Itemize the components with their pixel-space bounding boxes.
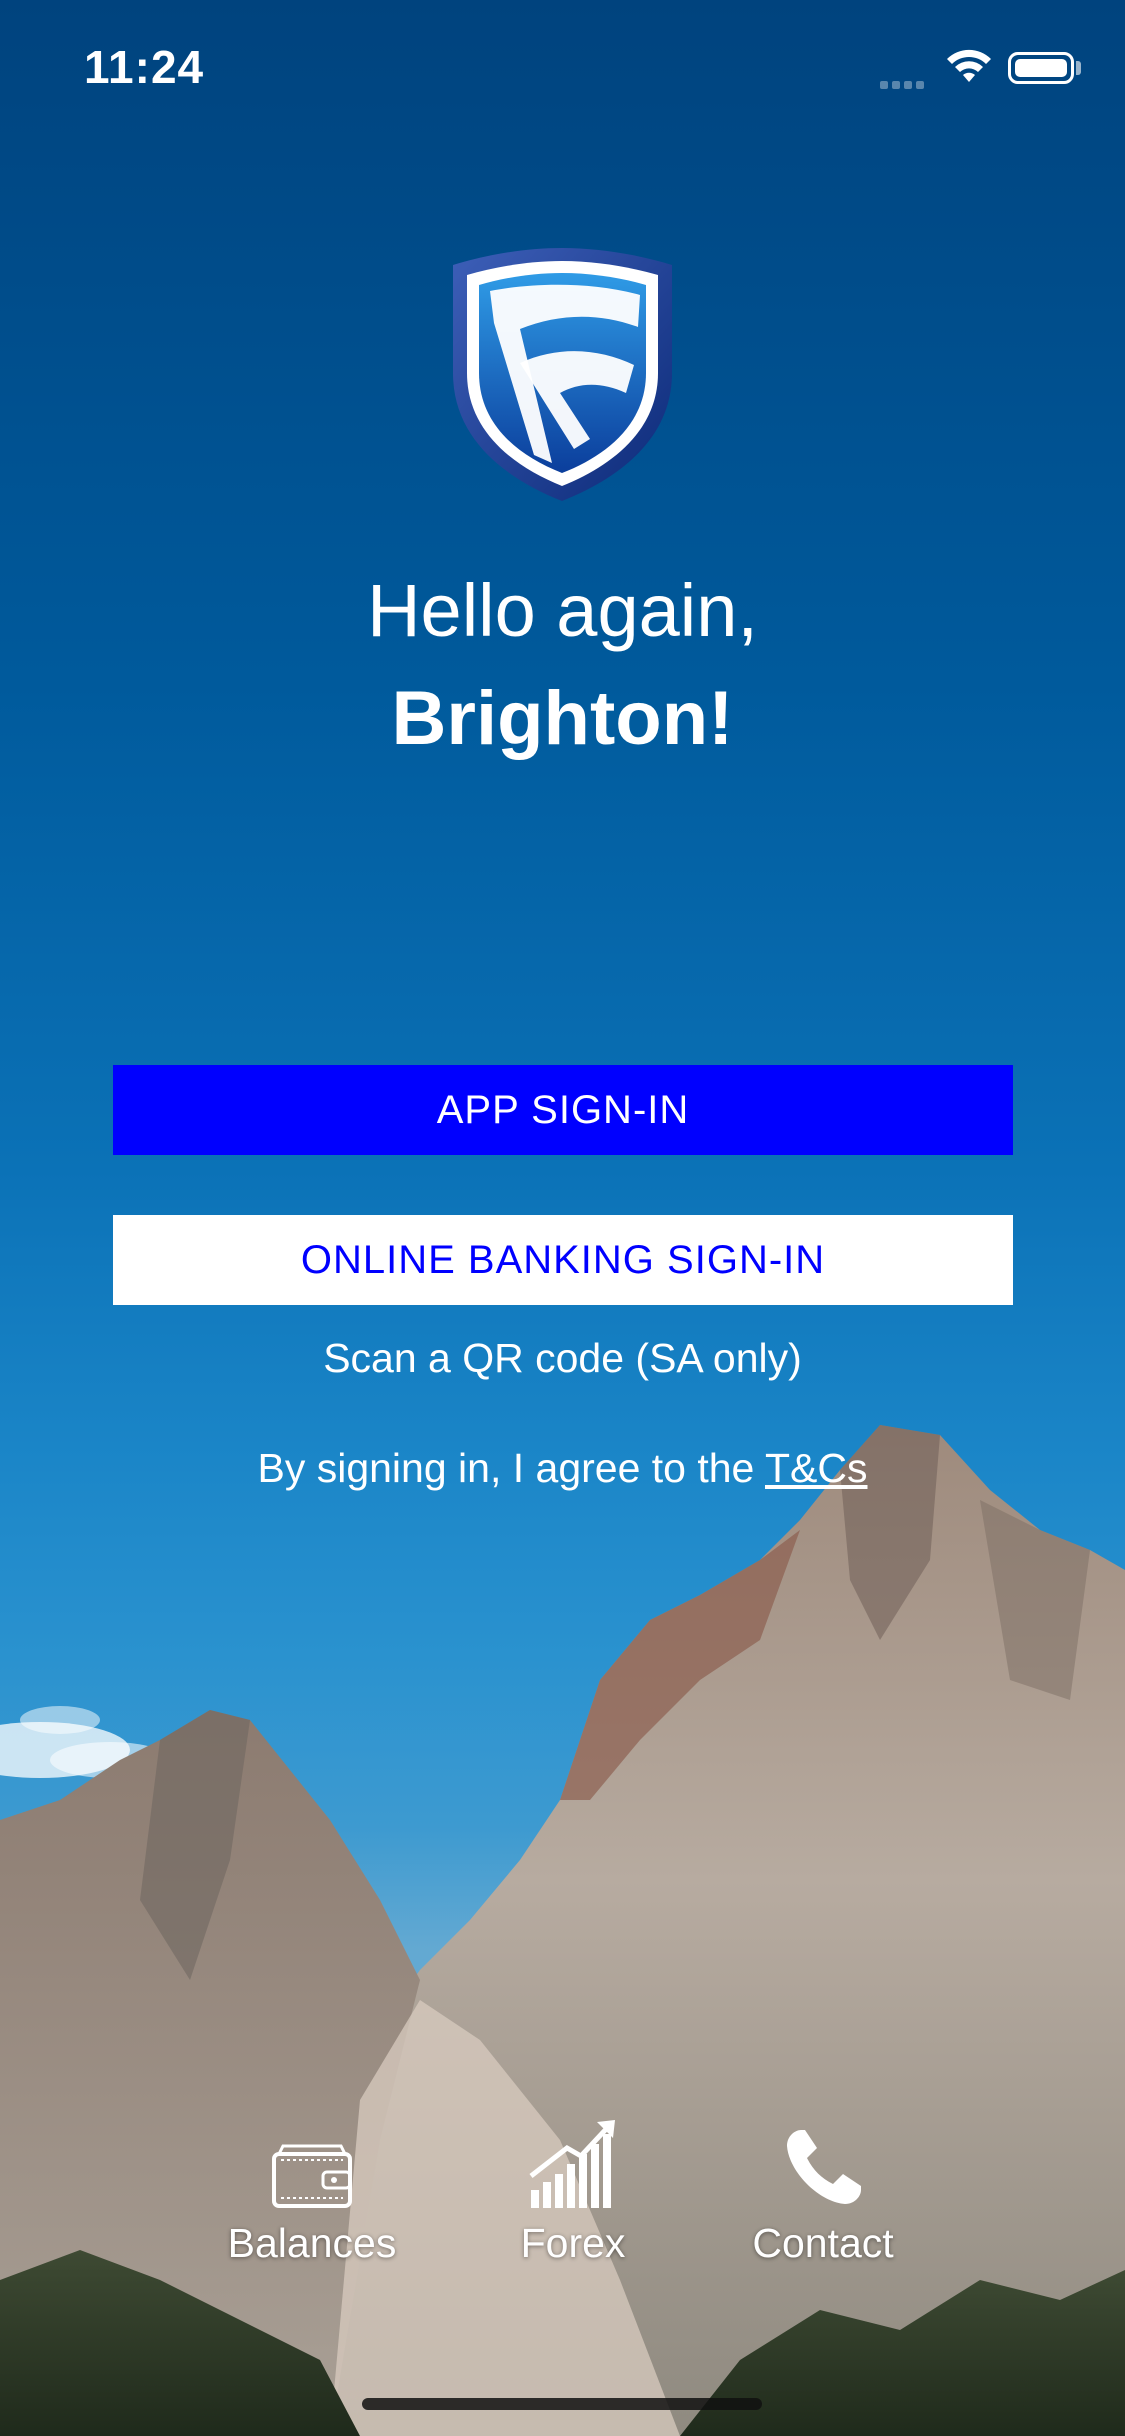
chart-growth-icon (529, 2120, 615, 2208)
status-bar: 11:24 (0, 0, 1125, 135)
bank-shield-logo (453, 248, 672, 501)
greeting-username: Brighton! (391, 676, 734, 761)
phone-icon (787, 2130, 861, 2204)
scan-qr-code-link[interactable]: Scan a QR code (SA only) (0, 1335, 1125, 1382)
app-signin-button[interactable]: APP SIGN-IN (113, 1065, 1013, 1155)
battery-icon (1008, 52, 1074, 84)
contact-nav-item[interactable]: Contact (708, 2100, 938, 2267)
balances-label: Balances (227, 2220, 397, 2266)
greeting-line: Hello again, (367, 569, 758, 652)
wallet-icon (272, 2144, 352, 2208)
balances-nav-item[interactable]: Balances (197, 2100, 427, 2267)
terms-notice: By signing in, I agree to the T&Cs (0, 1445, 1125, 1492)
terms-prefix: By signing in, I agree to the (257, 1445, 765, 1491)
cellular-signal-icon (880, 76, 934, 89)
terms-link[interactable]: T&Cs (765, 1445, 868, 1491)
home-indicator[interactable] (362, 2398, 762, 2410)
battery-cap (1076, 61, 1081, 75)
contact-label: Contact (752, 2220, 894, 2266)
forex-label: Forex (520, 2220, 626, 2266)
wifi-icon (947, 49, 991, 82)
status-time: 11:24 (84, 41, 205, 93)
forex-nav-item[interactable]: Forex (458, 2100, 688, 2267)
online-banking-signin-button[interactable]: ONLINE BANKING SIGN-IN (113, 1215, 1013, 1305)
bottom-quick-links: Balances Forex Contact (0, 2100, 1125, 2300)
